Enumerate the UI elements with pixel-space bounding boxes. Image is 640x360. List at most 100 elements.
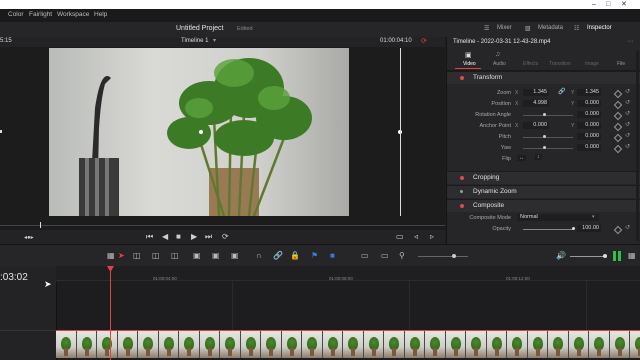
inspector-scrollbar[interactable] (636, 51, 639, 241)
viewer-scrubber[interactable] (0, 222, 445, 230)
position-x-field[interactable]: 4.998 (523, 100, 549, 107)
keyframe-icon[interactable] (613, 122, 623, 132)
timeline-selector[interactable]: Timeline 1 (181, 38, 208, 44)
transform-handle-edge[interactable] (0, 130, 2, 133)
keyframe-icon[interactable] (613, 111, 623, 121)
trim-icon[interactable]: ◫ (133, 251, 141, 260)
flag-icon[interactable]: ⚑ (311, 251, 318, 260)
reset-icon[interactable]: ↺ (625, 88, 630, 95)
reset-icon[interactable]: ↺ (625, 121, 630, 128)
position-y-field[interactable]: 0.000 (577, 100, 601, 107)
section-composite[interactable]: Composite (447, 199, 640, 212)
play-reverse-icon[interactable]: ◀ (162, 232, 168, 241)
go-to-start-icon[interactable]: ⏮ (146, 232, 153, 242)
maximize-icon[interactable]: □ (606, 0, 610, 9)
zoom-x-field[interactable]: 1.345 (523, 89, 549, 96)
overwrite-icon[interactable]: ▣ (212, 251, 220, 260)
stop-icon[interactable]: ■ (176, 232, 181, 241)
rotation-slider[interactable] (523, 115, 573, 116)
tab-image[interactable]: Image (585, 61, 599, 67)
section-cropping[interactable]: Cropping (447, 171, 640, 184)
tab-file[interactable]: File (617, 61, 625, 67)
opacity-slider-knob[interactable] (572, 227, 575, 230)
transform-handle-left[interactable] (199, 130, 203, 134)
viewer-mode-icon[interactable]: ▭ (396, 232, 404, 241)
loop-options-icon[interactable]: ◂●▸ (24, 234, 34, 241)
sync-icon[interactable]: ⟳ (421, 37, 427, 45)
next-edit-icon[interactable]: ▹ (430, 232, 434, 241)
flip-vertical-icon[interactable]: ↕ (535, 154, 542, 160)
mixer-icon[interactable]: ☰ (484, 25, 489, 32)
inspector-icon[interactable]: ☷ (574, 25, 579, 32)
opacity-slider[interactable] (523, 229, 573, 230)
zoom-slider[interactable] (418, 256, 468, 257)
playhead[interactable] (110, 268, 111, 360)
options-icon[interactable]: ▦ (107, 251, 115, 260)
snapping-icon[interactable]: ∩ (256, 251, 262, 260)
keyframe-icon[interactable] (613, 100, 623, 110)
pitch-field[interactable]: 0.000 (577, 133, 601, 140)
flip-horizontal-icon[interactable]: ↔ (517, 155, 526, 161)
reset-icon[interactable]: ↺ (625, 143, 630, 150)
tab-inspector[interactable]: Inspector (587, 25, 612, 31)
menu-workspace[interactable]: Workspace (57, 11, 89, 18)
scrub-playhead[interactable] (40, 222, 41, 228)
reset-icon[interactable]: ↺ (625, 99, 630, 106)
pitch-slider[interactable] (523, 137, 573, 138)
minimize-icon[interactable]: – (592, 0, 596, 9)
timeline-ruler[interactable]: 01:00:04:00 01:00:08:00 01:00:12:00 (56, 266, 640, 281)
chevron-down-icon[interactable]: ▾ (213, 37, 216, 44)
insert-icon[interactable]: ▣ (193, 251, 201, 260)
blade-icon[interactable]: ◫ (171, 251, 179, 260)
menu-color[interactable]: Color (8, 11, 24, 18)
anchor-x-field[interactable]: 0.000 (523, 122, 549, 129)
menu-help[interactable]: Help (94, 11, 107, 18)
tab-mixer[interactable]: Mixer (497, 25, 512, 31)
zoom-full-icon[interactable]: ▭ (361, 251, 369, 260)
keyframe-icon[interactable] (613, 144, 623, 154)
zoom-slider-knob[interactable] (452, 254, 456, 258)
meter-options-icon[interactable]: ▦ (628, 251, 636, 260)
zoom-y-field[interactable]: 1.345 (577, 89, 601, 96)
tab-metadata[interactable]: Metadata (538, 25, 563, 31)
section-transform[interactable]: Transform (447, 71, 640, 84)
audio-tab-icon[interactable]: ♫ (495, 51, 500, 58)
yaw-slider-knob[interactable] (543, 146, 546, 149)
marker-icon[interactable]: ■ (330, 251, 335, 260)
close-icon[interactable]: ✕ (621, 0, 627, 9)
reset-icon[interactable]: ↺ (625, 132, 630, 139)
section-dynamic-zoom[interactable]: Dynamic Zoom (447, 185, 640, 198)
zoom-detail-icon[interactable]: ▭ (381, 251, 389, 260)
volume-slider-knob[interactable] (603, 254, 607, 258)
dynamic-trim-icon[interactable]: ◫ (152, 251, 160, 260)
go-to-end-icon[interactable]: ⏭ (205, 232, 212, 242)
video-clip[interactable] (56, 330, 640, 358)
yaw-field[interactable]: 0.000 (577, 144, 601, 151)
reset-icon[interactable]: ↺ (625, 224, 630, 231)
menu-fairlight[interactable]: Fairlight (29, 11, 52, 18)
prev-edit-icon[interactable]: ◃ (414, 232, 418, 241)
loop-icon[interactable]: ⟳ (222, 232, 229, 241)
reset-icon[interactable]: ↺ (625, 110, 630, 117)
linked-selection-icon[interactable]: 🔗 (273, 251, 283, 260)
selection-pointer-icon[interactable]: ➤ (118, 251, 125, 260)
replace-icon[interactable]: ▣ (231, 251, 239, 260)
rotation-field[interactable]: 0.000 (577, 111, 601, 118)
play-icon[interactable]: ▶ (191, 232, 197, 241)
pitch-slider-knob[interactable] (543, 135, 546, 138)
speaker-icon[interactable]: 🔊 (556, 251, 566, 260)
anchor-y-field[interactable]: 0.000 (577, 122, 601, 129)
tab-audio[interactable]: Audio (493, 61, 506, 67)
keyframe-icon[interactable] (613, 89, 623, 99)
rotation-slider-knob[interactable] (543, 113, 546, 116)
volume-slider[interactable] (570, 256, 606, 257)
metadata-icon[interactable]: ▧ (525, 25, 531, 32)
keyframe-icon[interactable] (613, 225, 623, 235)
tab-transition[interactable]: Transition (549, 61, 571, 67)
keyframe-icon[interactable] (613, 133, 623, 143)
yaw-slider[interactable] (523, 148, 573, 149)
tab-video[interactable]: Video (463, 61, 476, 67)
video-tab-icon[interactable]: ▣ (465, 51, 472, 59)
link-icon[interactable]: 🔗 (558, 88, 565, 95)
more-icon[interactable]: ⋯ (627, 38, 633, 45)
